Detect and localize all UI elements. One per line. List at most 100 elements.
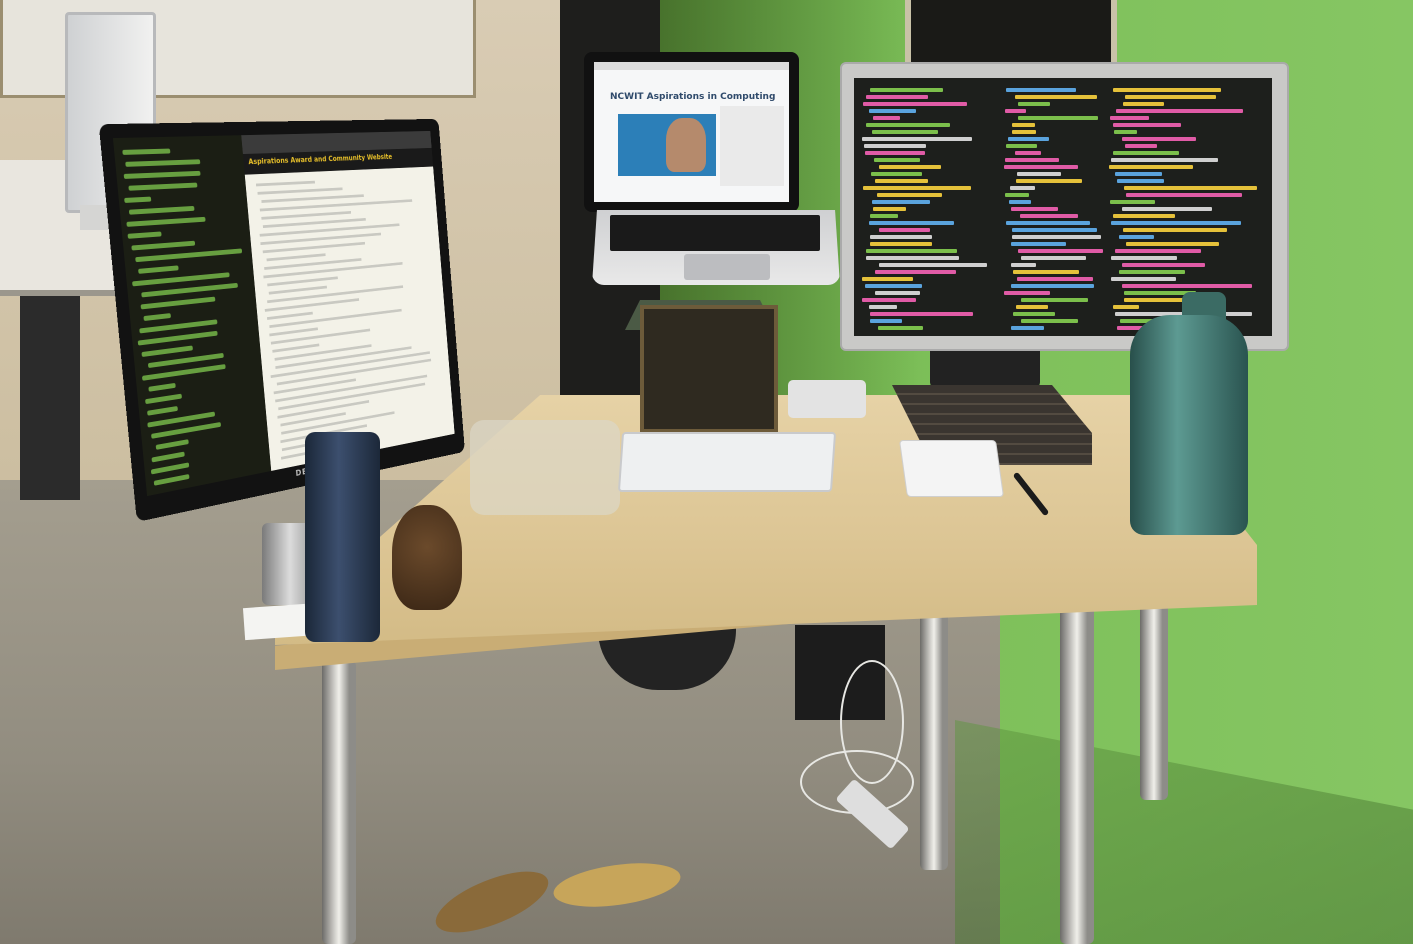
browser-tabs: [594, 62, 789, 70]
page-text-line: [269, 309, 401, 328]
terminal-line: [124, 171, 201, 179]
person-in-video: [666, 118, 706, 172]
code-line: [875, 291, 920, 295]
page-text-line: [269, 286, 327, 295]
terminal-line: [128, 231, 162, 238]
code-line: [1117, 179, 1164, 183]
code-line: [1005, 158, 1059, 162]
code-line: [1113, 305, 1139, 309]
code-line: [875, 179, 928, 183]
page-text-line: [272, 344, 319, 353]
code-line: [1116, 109, 1243, 113]
terminal-line: [151, 462, 189, 474]
green-water-bottle: [1130, 315, 1248, 535]
code-line: [1021, 298, 1088, 302]
laptop-display: NCWIT Aspirations in Computing: [594, 62, 789, 202]
page-text-line: [257, 187, 342, 194]
terminal-line: [138, 331, 218, 346]
terminal-line: [135, 248, 242, 262]
code-line: [871, 172, 922, 176]
code-line: [1011, 242, 1066, 246]
code-line: [1109, 165, 1193, 169]
photo-scene: NCWIT Aspirations in Computing Aspiratio…: [0, 0, 1413, 944]
code-line: [1125, 95, 1216, 99]
code-line: [870, 235, 932, 239]
code-line: [1113, 214, 1175, 218]
terminal-line: [148, 383, 175, 392]
terminal-line: [145, 394, 182, 404]
page-text-line: [261, 211, 351, 220]
code-line: [1115, 249, 1201, 253]
left-monitor-screen: Aspirations Award and Community Website: [113, 131, 455, 496]
terminal-line: [141, 297, 216, 310]
code-line: [1018, 116, 1098, 120]
code-line: [1113, 123, 1181, 127]
plastic-bag: [470, 420, 620, 515]
code-line: [1011, 263, 1036, 267]
laptop-keyboard: [610, 215, 820, 251]
code-line: [872, 200, 930, 204]
code-line: [1113, 151, 1179, 155]
terminal-line: [125, 159, 200, 167]
code-line: [865, 284, 922, 288]
code-line: [1016, 179, 1082, 183]
code-line: [1012, 123, 1035, 127]
code-line: [1012, 130, 1036, 134]
code-line: [1122, 284, 1252, 288]
page-text-line: [267, 276, 338, 286]
code-line: [873, 116, 900, 120]
code-line: [866, 95, 928, 99]
business-card: [243, 604, 307, 640]
code-line: [879, 165, 941, 169]
code-line: [866, 256, 959, 260]
code-line: [1013, 270, 1079, 274]
code-line: [1119, 270, 1185, 274]
code-line: [1123, 228, 1227, 232]
code-line: [1009, 200, 1031, 204]
code-line: [872, 130, 938, 134]
code-line: [1111, 221, 1241, 225]
code-line: [1015, 151, 1041, 155]
code-line: [1122, 137, 1196, 141]
code-line: [1018, 102, 1050, 106]
code-line: [865, 151, 925, 155]
terminal-line: [129, 206, 195, 215]
code-line: [1111, 277, 1176, 281]
code-line: [1111, 256, 1177, 260]
code-line: [1012, 235, 1101, 239]
code-line: [1020, 214, 1078, 218]
code-line: [1124, 298, 1185, 302]
code-line: [1114, 130, 1137, 134]
background-desk-leg: [20, 290, 80, 500]
terminal-line: [141, 283, 238, 298]
video-frame: [618, 114, 716, 176]
desk-leg-front-left: [322, 660, 356, 944]
laptop-trackpad: [684, 254, 770, 280]
left-monitor: Aspirations Award and Community Website …: [99, 119, 465, 522]
code-line: [1006, 144, 1037, 148]
code-line: [1125, 144, 1157, 148]
terminal-line: [154, 474, 190, 486]
code-line: [866, 249, 957, 253]
code-line: [1012, 228, 1097, 232]
page-heading: NCWIT Aspirations in Computing: [610, 92, 775, 102]
code-line: [1005, 193, 1029, 197]
code-line: [870, 312, 973, 316]
terminal-line: [156, 439, 189, 450]
desk-leg-front-right: [1060, 600, 1094, 944]
wooden-stand: [640, 305, 778, 433]
code-line: [873, 207, 906, 211]
code-line: [1004, 291, 1050, 295]
code-line: [869, 221, 954, 225]
code-line: [1010, 186, 1035, 190]
code-line: [1113, 88, 1221, 92]
code-line: [1013, 312, 1055, 316]
terminal-line: [143, 313, 171, 321]
code-line: [1004, 165, 1078, 169]
terminal-line: [141, 345, 192, 357]
code-line: [862, 137, 972, 141]
code-line: [863, 102, 967, 106]
code-line: [1122, 207, 1212, 211]
code-line: [864, 144, 926, 148]
page-text-line: [261, 194, 364, 203]
